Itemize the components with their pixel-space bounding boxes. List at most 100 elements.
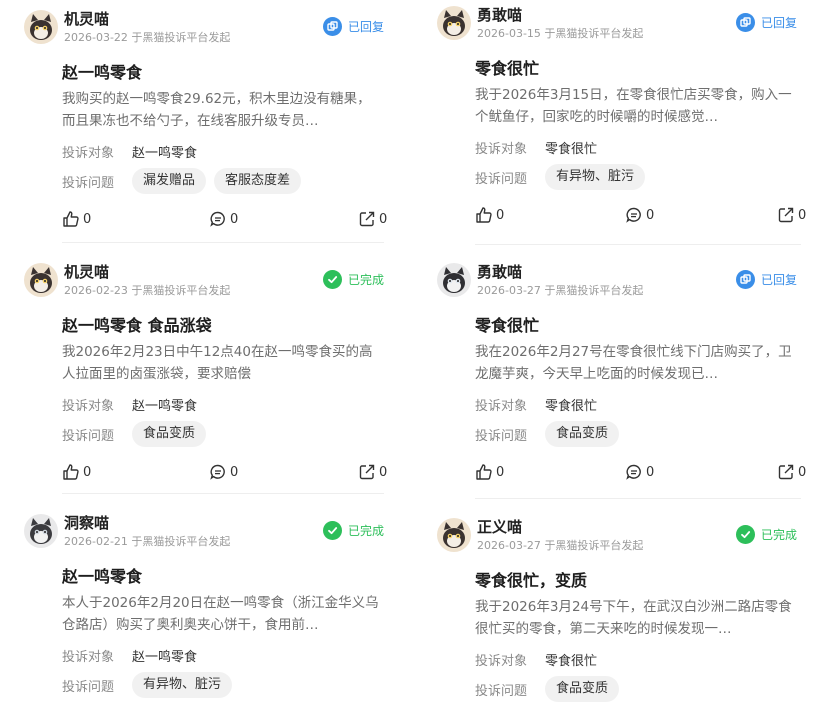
issue-tag: 有异物、脏污 <box>132 672 233 698</box>
target-label: 投诉对象 <box>62 649 115 665</box>
complaint-card[interactable]: 正义喵 2026-03-27 于黑猫投诉平台发起 已完成 零食很忙，变质 我于2… <box>437 518 797 704</box>
share-icon <box>359 464 375 480</box>
post-date: 2026-03-22 于黑猫投诉平台发起 <box>64 31 231 44</box>
target-value[interactable]: 零食很忙 <box>545 138 597 157</box>
complaint-description: 本人于2026年2月20日在赵一鸣零食（浙江金华义乌仓路店）购买了奥利奥夹心饼干… <box>62 595 379 633</box>
issue-label: 投诉问题 <box>62 175 115 191</box>
divider <box>475 498 801 499</box>
status-text: 已回复 <box>760 16 797 30</box>
comment-button[interactable]: 0 <box>209 463 238 481</box>
target-value[interactable]: 赵一鸣零食 <box>132 646 197 665</box>
cat-avatar-icon[interactable] <box>437 263 471 297</box>
status-badge: 已完成 <box>735 525 797 544</box>
complaint-title[interactable]: 赵一鸣零食 食品涨袋 <box>62 315 384 337</box>
share-count: 0 <box>379 464 388 480</box>
divider <box>62 242 384 243</box>
share-button[interactable]: 0 <box>358 463 387 481</box>
like-button[interactable]: 0 <box>475 463 504 481</box>
post-date: 2026-02-21 于黑猫投诉平台发起 <box>64 535 231 548</box>
share-button[interactable]: 0 <box>777 463 806 481</box>
share-count: 0 <box>798 207 807 223</box>
complaint-title[interactable]: 零食很忙 <box>475 315 797 337</box>
target-label: 投诉对象 <box>62 145 115 161</box>
share-button[interactable]: 0 <box>358 210 387 228</box>
comment-button[interactable]: 0 <box>625 463 654 481</box>
comment-button[interactable]: 0 <box>625 206 654 224</box>
comment-count: 0 <box>646 207 655 223</box>
share-icon <box>778 464 794 480</box>
complaint-title[interactable]: 赵一鸣零食 <box>62 566 384 588</box>
like-count: 0 <box>496 207 505 223</box>
username[interactable]: 洞察喵 <box>64 514 109 532</box>
cat-avatar-icon[interactable] <box>24 10 58 44</box>
target-value[interactable]: 赵一鸣零食 <box>132 395 197 414</box>
complaint-card[interactable]: 洞察喵 2026-02-21 于黑猫投诉平台发起 已完成 赵一鸣零食 本人于20… <box>24 514 384 700</box>
issue-label: 投诉问题 <box>475 683 528 699</box>
issue-tag: 漏发赠品 <box>132 168 207 194</box>
complaint-card[interactable]: 机灵喵 2026-03-22 于黑猫投诉平台发起 已回复 赵一鸣零食 我购买的赵… <box>24 10 387 232</box>
complaint-card[interactable]: 机灵喵 2026-02-23 于黑猫投诉平台发起 已完成 赵一鸣零食 食品涨袋 … <box>24 263 387 485</box>
status-text: 已完成 <box>347 273 384 287</box>
complaint-title[interactable]: 零食很忙 <box>475 58 797 80</box>
username[interactable]: 机灵喵 <box>64 263 109 281</box>
complaint-card[interactable]: 勇敢喵 2026-03-27 于黑猫投诉平台发起 已回复 零食很忙 我在2026… <box>437 263 806 485</box>
divider <box>62 493 384 494</box>
status-text: 已完成 <box>347 524 384 538</box>
status-badge: 已完成 <box>322 521 384 540</box>
share-count: 0 <box>379 211 388 227</box>
comment-count: 0 <box>646 464 655 480</box>
target-value[interactable]: 零食很忙 <box>545 395 597 414</box>
post-date: 2026-03-27 于黑猫投诉平台发起 <box>477 539 644 552</box>
share-icon <box>359 211 375 227</box>
like-button[interactable]: 0 <box>62 463 91 481</box>
issue-tag: 食品变质 <box>132 421 207 447</box>
complaint-title[interactable]: 零食很忙，变质 <box>475 570 797 592</box>
issue-tag: 客服态度差 <box>214 168 302 194</box>
comment-count: 0 <box>230 464 239 480</box>
issue-tag: 食品变质 <box>545 421 620 447</box>
complaint-description: 我2026年2月23日中午12点40在赵一鸣零食买的高人拉面里的卤蛋涨袋，要求赔… <box>62 344 373 382</box>
thumbs-up-icon <box>476 207 492 223</box>
target-value[interactable]: 赵一鸣零食 <box>132 142 197 161</box>
username[interactable]: 机灵喵 <box>64 10 109 28</box>
username[interactable]: 勇敢喵 <box>477 6 522 24</box>
status-badge: 已回复 <box>735 13 797 32</box>
comment-icon <box>626 464 641 480</box>
username[interactable]: 勇敢喵 <box>477 263 522 281</box>
status-badge: 已完成 <box>322 270 384 289</box>
share-count: 0 <box>798 464 807 480</box>
cat-avatar-icon[interactable] <box>437 518 471 552</box>
target-label: 投诉对象 <box>475 398 528 414</box>
thumbs-up-icon <box>63 464 79 480</box>
complaint-card[interactable]: 勇敢喵 2026-03-15 于黑猫投诉平台发起 已回复 零食很忙 我于2026… <box>437 6 806 228</box>
status-text: 已回复 <box>347 20 384 34</box>
status-text: 已回复 <box>760 273 797 287</box>
like-button[interactable]: 0 <box>475 206 504 224</box>
replied-icon <box>735 270 755 289</box>
cat-avatar-icon[interactable] <box>24 514 58 548</box>
comment-icon <box>626 207 641 223</box>
username[interactable]: 正义喵 <box>477 518 522 536</box>
target-label: 投诉对象 <box>475 653 528 669</box>
post-date: 2026-03-15 于黑猫投诉平台发起 <box>477 27 644 40</box>
check-icon <box>322 521 342 540</box>
complaint-description: 我在2026年2月27号在零食很忙线下门店购买了，卫龙魔芋爽，今天早上吃面的时候… <box>475 344 792 382</box>
issue-label: 投诉问题 <box>475 171 528 187</box>
complaint-description: 我购买的赵一鸣零食29.62元，积木里边没有糖果，而且果冻也不给勺子，在线客服升… <box>62 91 371 129</box>
complaint-description: 我于2026年3月15日，在零食很忙店买零食，购入一个鱿鱼仔，回家吃的时候嚼的时… <box>475 87 792 125</box>
target-value[interactable]: 零食很忙 <box>545 650 597 669</box>
share-icon <box>778 207 794 223</box>
complaint-title[interactable]: 赵一鸣零食 <box>62 62 384 84</box>
like-count: 0 <box>83 211 92 227</box>
like-count: 0 <box>496 464 505 480</box>
status-badge: 已回复 <box>735 270 797 289</box>
issue-tag: 食品变质 <box>545 676 620 702</box>
share-button[interactable]: 0 <box>777 206 806 224</box>
status-text: 已完成 <box>760 528 797 542</box>
like-button[interactable]: 0 <box>62 210 91 228</box>
issue-tag: 有异物、脏污 <box>545 164 646 190</box>
comment-button[interactable]: 0 <box>209 210 238 228</box>
issue-label: 投诉问题 <box>475 428 528 444</box>
cat-avatar-icon[interactable] <box>437 6 471 40</box>
cat-avatar-icon[interactable] <box>24 263 58 297</box>
